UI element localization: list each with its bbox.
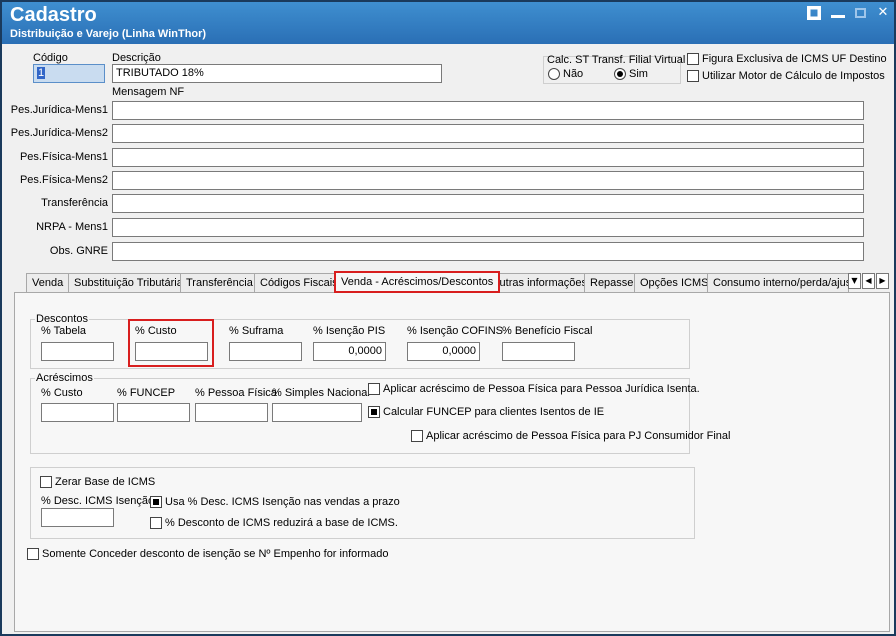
usa-desc-icms-isencao-label: Usa % Desc. ICMS Isenção nas vendas a pr… [165,496,400,508]
tab-outras-informacoes[interactable]: Outras informações [485,273,593,293]
window-title: Cadastro [10,4,97,26]
tab-venda[interactable]: Venda [26,273,70,293]
pes-juridica-mens2-label: Pes.Jurídica-Mens2 [10,127,108,139]
tab-scroll-right-icon[interactable]: ▶ [876,273,889,289]
restore-icon[interactable] [807,6,821,20]
aplicar-acrescimo-pj-isenta-checkbox[interactable] [368,383,380,395]
close-button[interactable]: ✕ [876,6,890,20]
codigo-input[interactable]: 1 [33,64,105,83]
radio-sim-label: Sim [629,68,648,80]
nrpa-mens1-input[interactable] [112,218,864,237]
pes-fisica-mens2-input[interactable] [112,171,864,190]
desc-isencao-cofins-label: % Isenção COFINS [407,325,503,337]
somente-conceder-label: Somente Conceder desconto de isenção se … [42,548,389,560]
descricao-input[interactable]: TRIBUTADO 18% [112,64,442,83]
desc-beneficio-fiscal-label: % Benefício Fiscal [502,325,593,337]
desconto-reduzira-base-label: % Desconto de ICMS reduzirá a base de IC… [165,517,398,529]
desc-isencao-cofins-input[interactable]: 0,0000 [407,342,480,361]
acr-pessoa-fisica-label: % Pessoa Física [195,387,277,399]
tab-substituicao-tributaria[interactable]: Substituição Tributária [68,273,189,293]
minimize-button[interactable] [831,8,845,18]
acr-pessoa-fisica-input[interactable] [195,403,268,422]
desconto-reduzira-base-checkbox[interactable] [150,517,162,529]
figura-exclusiva-label: Figura Exclusiva de ICMS UF Destino [702,53,887,65]
zerar-base-icms-checkbox[interactable] [40,476,52,488]
desc-beneficio-fiscal-input[interactable] [502,342,575,361]
acrescimos-group-label: Acréscimos [35,372,94,384]
aplicar-acrescimo-pj-consumidor-label: Aplicar acréscimo de Pessoa Física para … [426,430,731,442]
acr-simples-nacional-label: % Simples Nacional [272,387,370,399]
acr-funcep-input[interactable] [117,403,190,422]
pes-juridica-mens1-label: Pes.Jurídica-Mens1 [10,104,108,116]
desc-suframa-input[interactable] [229,342,302,361]
acr-custo-input[interactable] [41,403,114,422]
pes-juridica-mens1-input[interactable] [112,101,864,120]
cadastro-window: Cadastro Distribuição e Varejo (Linha Wi… [0,0,896,636]
pes-fisica-mens1-label: Pes.Física-Mens1 [19,151,108,163]
window-subtitle: Distribuição e Varejo (Linha WinThor) [10,28,207,40]
zerar-base-icms-label: Zerar Base de ICMS [55,476,156,488]
pes-juridica-mens2-input[interactable] [112,124,864,143]
maximize-button[interactable] [855,8,866,18]
calcular-funcep-checkbox[interactable] [368,406,380,418]
utilizar-motor-checkbox[interactable] [687,70,699,82]
radio-sim[interactable] [614,68,626,80]
tab-opcoes-icms[interactable]: Opções ICMS [634,273,715,293]
tab-codigos-fiscais[interactable]: Códigos Fiscais [254,273,344,293]
desc-isencao-pis-input[interactable]: 0,0000 [313,342,386,361]
custo-highlight-box [128,319,214,367]
desc-isencao-pis-label: % Isenção PIS [313,325,386,337]
tab-transferencia[interactable]: Transferência [180,273,259,293]
acr-custo-label: % Custo [41,387,83,399]
somente-conceder-checkbox[interactable] [27,548,39,560]
calcular-funcep-label: Calcular FUNCEP para clientes Isentos de… [383,406,605,418]
tab-strip: Venda Substituição Tributária Transferên… [14,271,890,293]
radio-nao[interactable] [548,68,560,80]
aplicar-acrescimo-pj-isenta-label: Aplicar acréscimo de Pessoa Física para … [383,383,700,395]
figura-exclusiva-checkbox[interactable] [687,53,699,65]
usa-desc-icms-isencao-checkbox[interactable] [150,496,162,508]
descricao-label: Descrição [112,52,161,64]
desc-icms-isencao-input[interactable] [41,508,114,527]
aplicar-acrescimo-pj-consumidor-checkbox[interactable] [411,430,423,442]
tab-venda-acrescimos-descontos[interactable]: Venda - Acréscimos/Descontos [334,271,501,293]
obs-gnre-input[interactable] [112,242,864,261]
calc-st-label: Calc. ST Transf. Filial Virtual [547,54,686,66]
transferencia-input[interactable] [112,194,864,213]
radio-nao-label: Não [563,68,584,80]
transferencia-label: Transferência [41,197,108,209]
desc-tabela-input[interactable] [41,342,114,361]
title-bar: Cadastro Distribuição e Varejo (Linha Wi… [2,2,894,44]
utilizar-motor-label: Utilizar Motor de Cálculo de Impostos [702,70,885,82]
tab-consumo-interno[interactable]: Consumo interno/perda/ajuste [707,273,849,293]
codigo-label: Código [33,52,68,64]
pes-fisica-mens1-input[interactable] [112,148,864,167]
nrpa-mens1-label: NRPA - Mens1 [36,221,108,233]
tab-dropdown-icon[interactable]: ▼ [848,273,861,289]
desc-suframa-label: % Suframa [229,325,284,337]
desc-icms-isencao-label: % Desc. ICMS Isenção [41,495,155,507]
tab-repasse[interactable]: Repasse [584,273,640,293]
codigo-value: 1 [37,67,46,79]
acr-funcep-label: % FUNCEP [117,387,176,399]
descontos-group-label: Descontos [35,313,89,325]
desc-tabela-label: % Tabela [41,325,87,337]
pes-fisica-mens2-label: Pes.Física-Mens2 [19,174,108,186]
tab-scroll-left-icon[interactable]: ◀ [862,273,875,289]
obs-gnre-label: Obs. GNRE [49,245,108,257]
mensagem-nf-label: Mensagem NF [112,86,185,98]
acr-simples-nacional-input[interactable] [272,403,362,422]
